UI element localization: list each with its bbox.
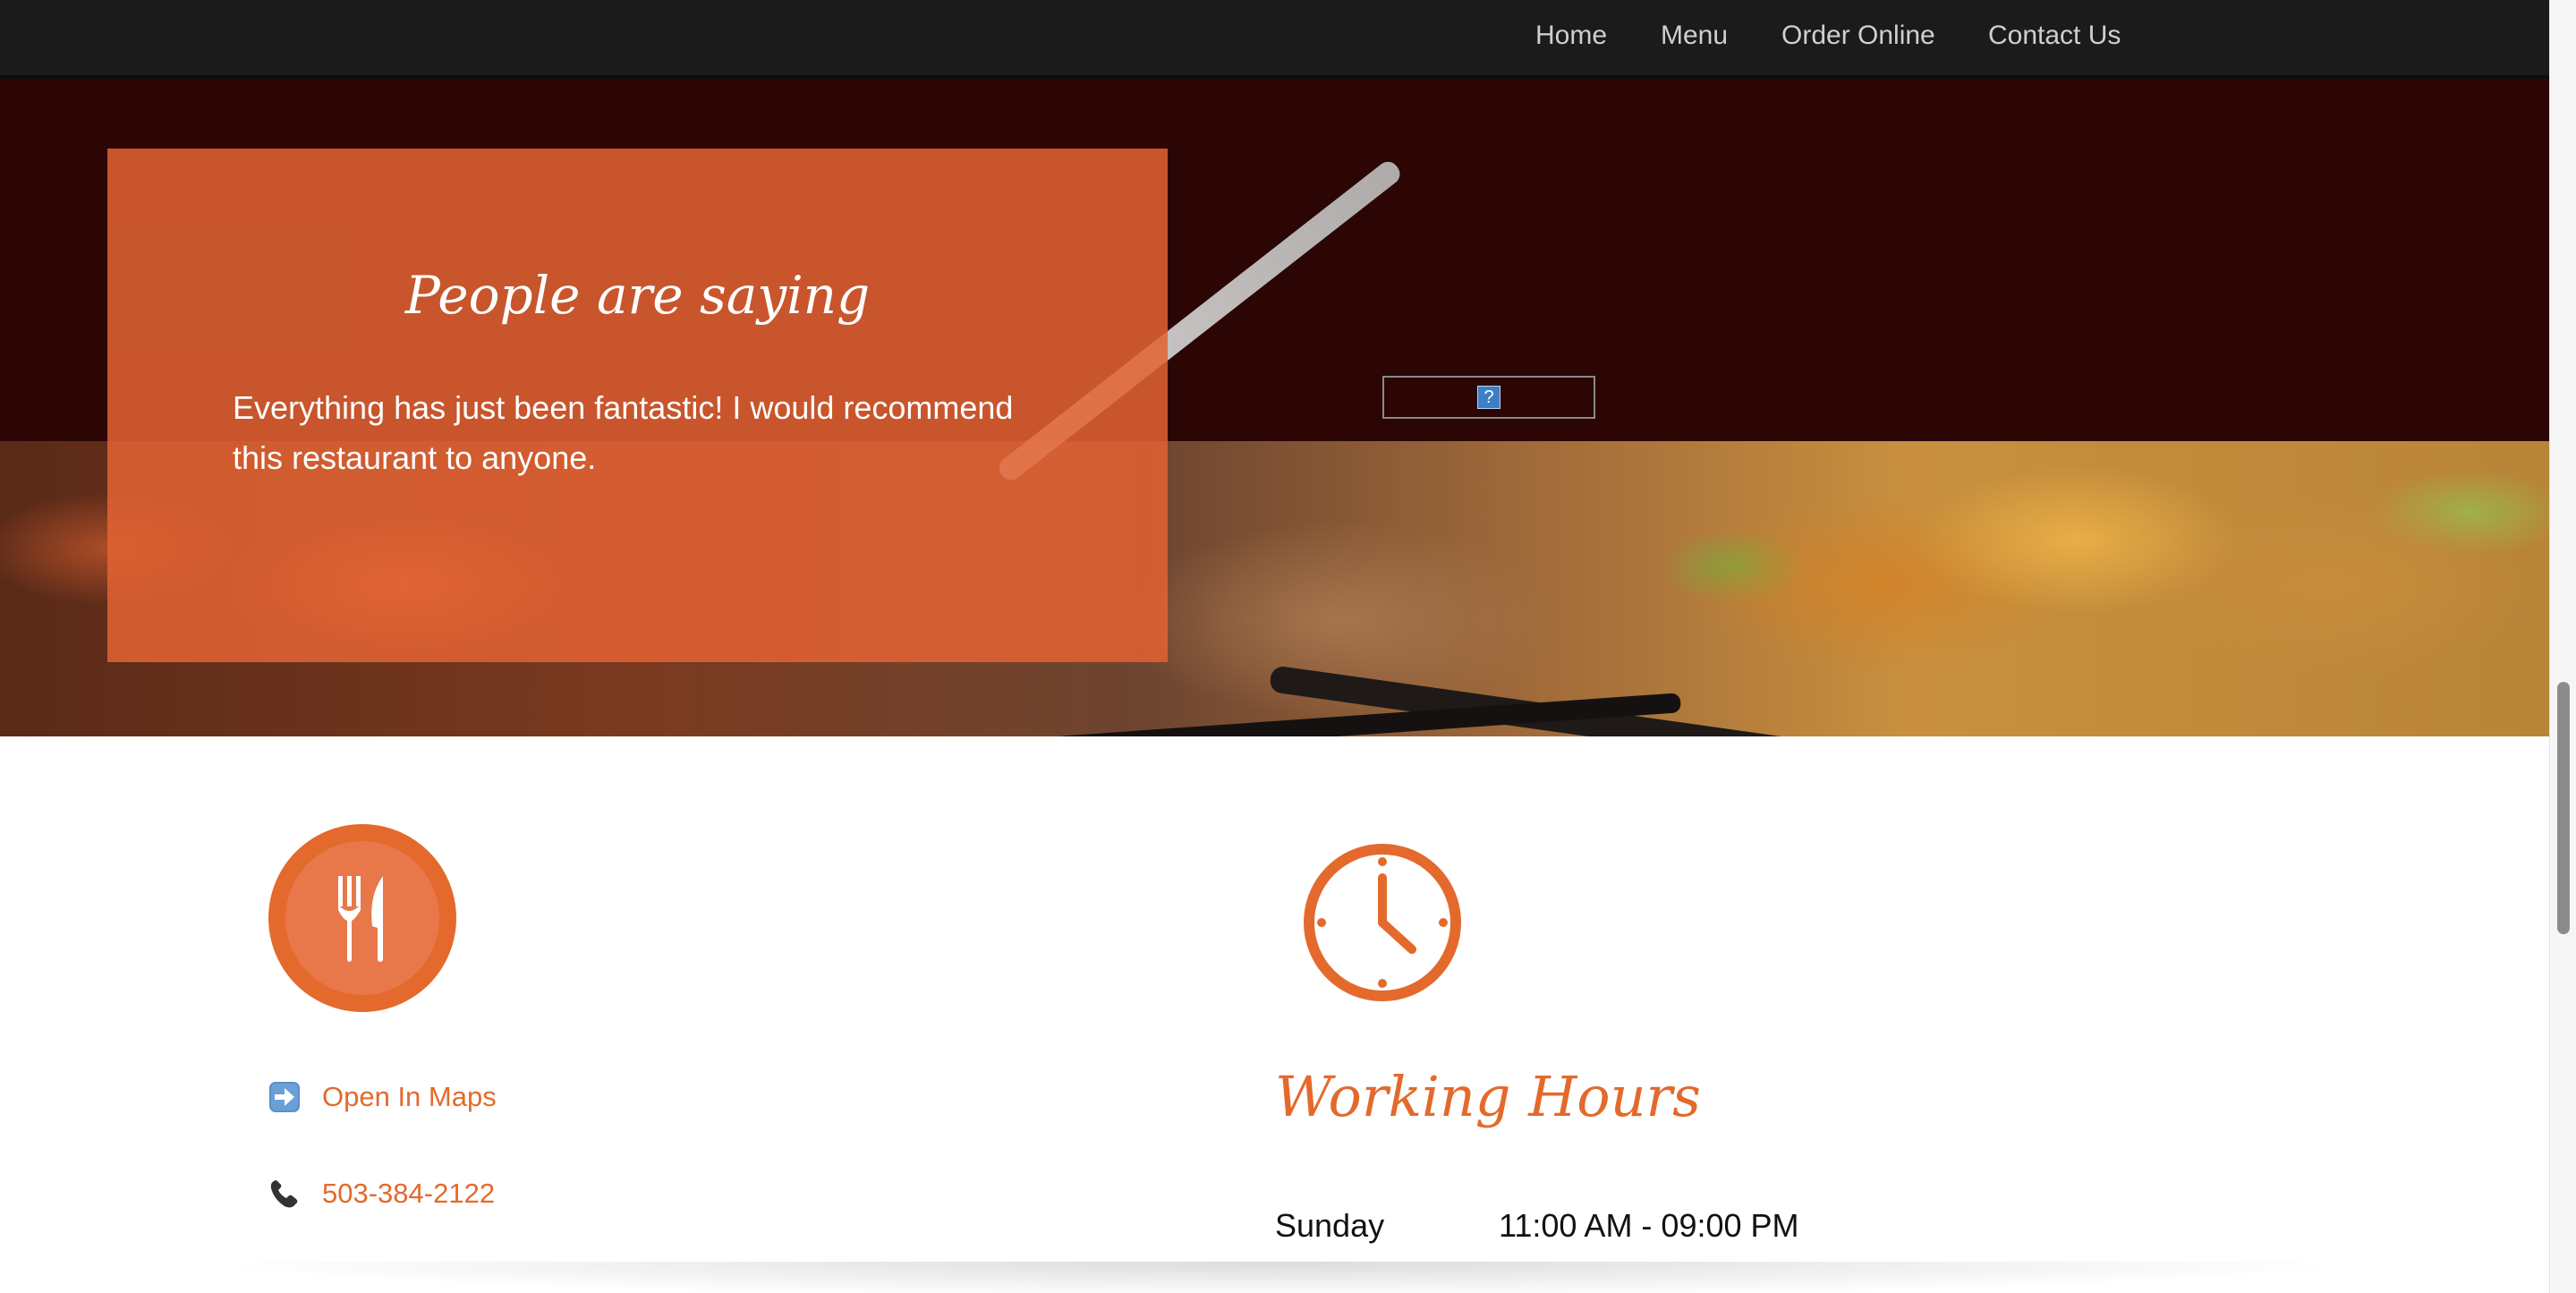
testimonial-card: People are saying Everything has just be… [107, 149, 1168, 662]
nav-home-link[interactable]: Home [1535, 18, 1607, 54]
vertical-scrollbar[interactable] [2549, 0, 2576, 1293]
right-arrow-icon [269, 1082, 300, 1112]
phone-number-link[interactable]: 503-384-2122 [322, 1178, 495, 1210]
clock-icon [1304, 844, 1461, 1001]
hours-time: 11:00 AM - 09:00 PM [1499, 1207, 1799, 1244]
nav-menu-link[interactable]: Menu [1661, 18, 1728, 54]
info-section: Open In Maps 503-384-2122 Working Hours … [0, 736, 2549, 1293]
broken-embed-placeholder[interactable]: ? [1382, 376, 1595, 419]
working-hours-heading: Working Hours [1275, 1064, 1701, 1129]
section-shadow [197, 1262, 2362, 1293]
testimonial-quote: Everything has just been fantastic! I wo… [233, 389, 1014, 476]
fork-knife-icon [268, 824, 456, 1012]
nav-contact-us-link[interactable]: Contact Us [1988, 18, 2121, 54]
open-in-maps-link[interactable]: Open In Maps [322, 1081, 497, 1113]
testimonial-heading: People are saying [404, 265, 871, 326]
top-navigation-bar: Home Menu Order Online Contact Us [0, 0, 2549, 79]
testimonial-hero-section: People are saying Everything has just be… [0, 79, 2549, 736]
phone-icon [270, 1180, 298, 1208]
scrollbar-thumb[interactable] [2557, 682, 2570, 934]
page: Home Menu Order Online Contact Us People… [0, 0, 2549, 1293]
missing-plugin-icon: ? [1477, 386, 1501, 409]
hours-day: Sunday [1275, 1207, 1385, 1244]
nav-order-online-link[interactable]: Order Online [1781, 18, 1935, 54]
